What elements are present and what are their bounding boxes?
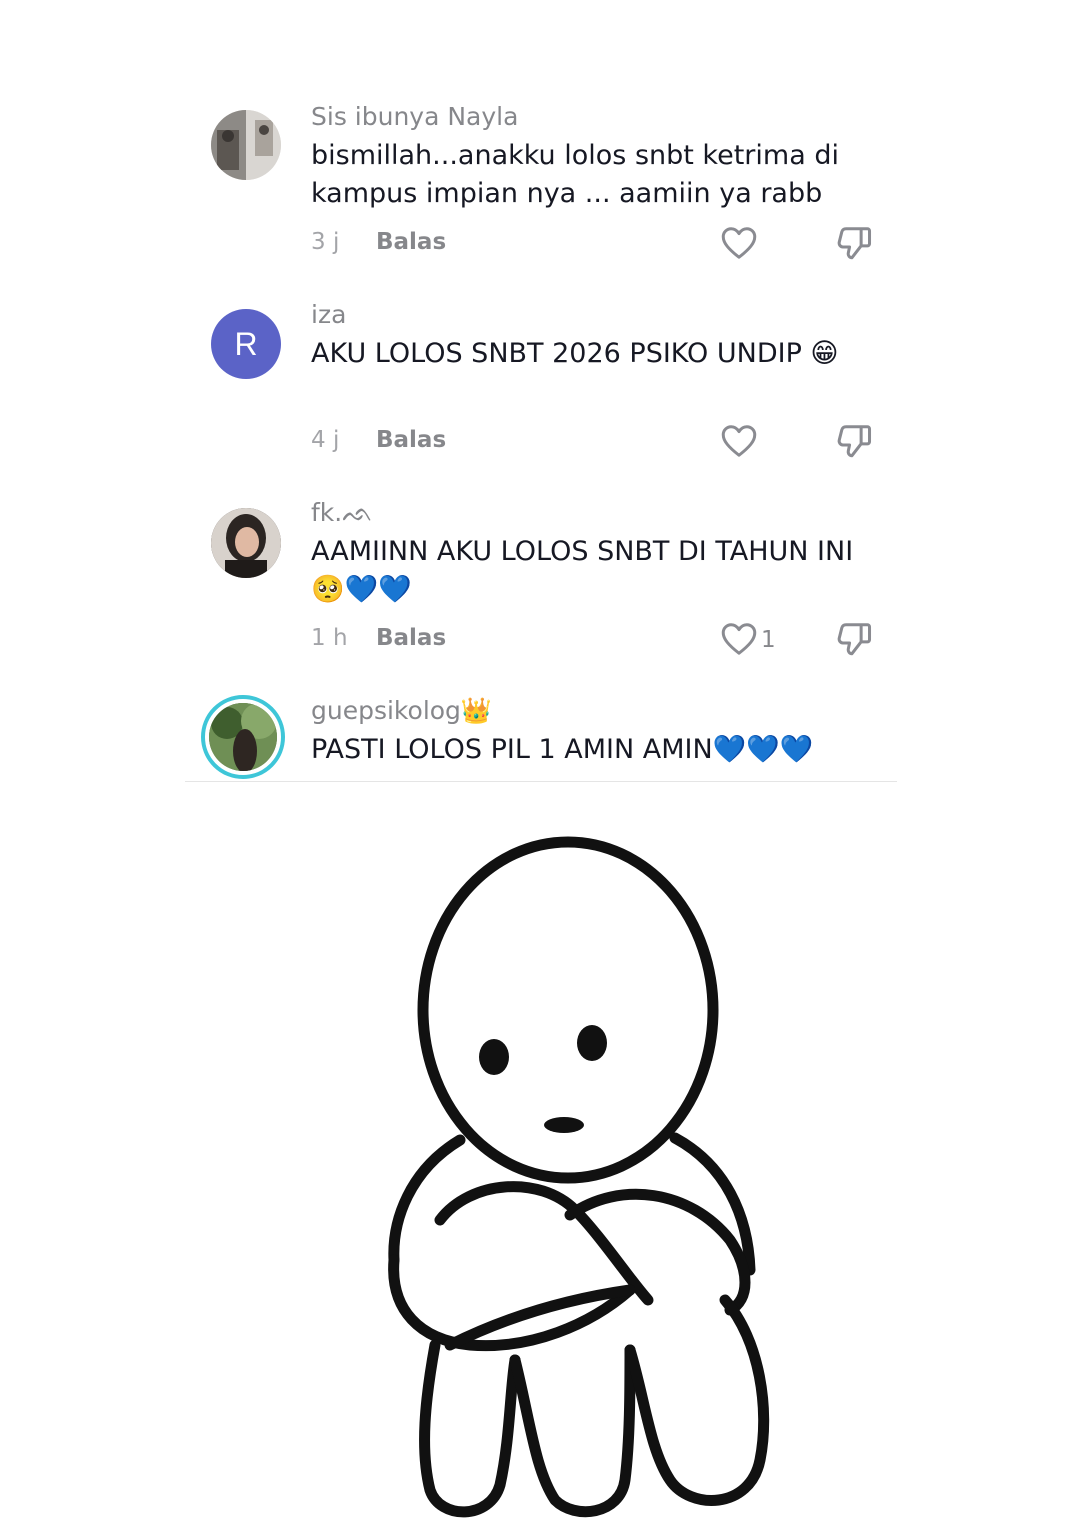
comment-text: AKU LOLOS SNBT 2026 PSIKO UNDIP 😁 xyxy=(311,338,839,369)
avatar-letter[interactable]: R xyxy=(211,309,281,379)
comment-username[interactable]: guepsikolog👑 xyxy=(311,696,492,726)
comment-text: AAMIINN AKU LOLOS SNBT DI TAHUN INI 🥺💙💙 xyxy=(311,536,854,605)
thumbs-down-icon[interactable] xyxy=(835,620,873,658)
reply-button[interactable]: Balas xyxy=(376,425,446,455)
avatar-photo-collage[interactable] xyxy=(211,110,281,180)
story-ring[interactable] xyxy=(201,695,285,779)
reply-button[interactable]: Balas xyxy=(376,623,446,653)
sad-sitting-figure-illustration xyxy=(388,836,770,1518)
comment-text: PASTI LOLOS PIL 1 AMIN AMIN💙💙💙 xyxy=(311,734,814,765)
comment-username[interactable]: fk.ᨒ xyxy=(311,498,373,528)
comment-username[interactable]: iza xyxy=(311,300,346,330)
comment-username[interactable]: Sis ibunya Nayla xyxy=(311,102,518,132)
comment-text: bismillah...anakku lolos snbt ketrima di… xyxy=(311,140,839,209)
comment-time: 4 j xyxy=(311,427,340,453)
avatar-image xyxy=(209,703,277,771)
avatar-initial: R xyxy=(234,325,258,362)
avatar-photo[interactable] xyxy=(211,508,281,578)
comment-time: 3 j xyxy=(311,229,340,255)
heart-outline-icon[interactable] xyxy=(721,424,757,458)
divider xyxy=(185,781,897,782)
like-count: 1 xyxy=(761,627,776,653)
avatar-image xyxy=(211,110,281,180)
heart-outline-icon[interactable] xyxy=(721,226,757,260)
avatar-photo xyxy=(209,703,277,771)
comment-time: 1 h xyxy=(311,625,348,651)
heart-outline-icon[interactable] xyxy=(721,622,757,656)
avatar-image xyxy=(211,508,281,578)
thumbs-down-icon[interactable] xyxy=(835,422,873,460)
reply-button[interactable]: Balas xyxy=(376,227,446,257)
thumbs-down-icon[interactable] xyxy=(835,224,873,262)
